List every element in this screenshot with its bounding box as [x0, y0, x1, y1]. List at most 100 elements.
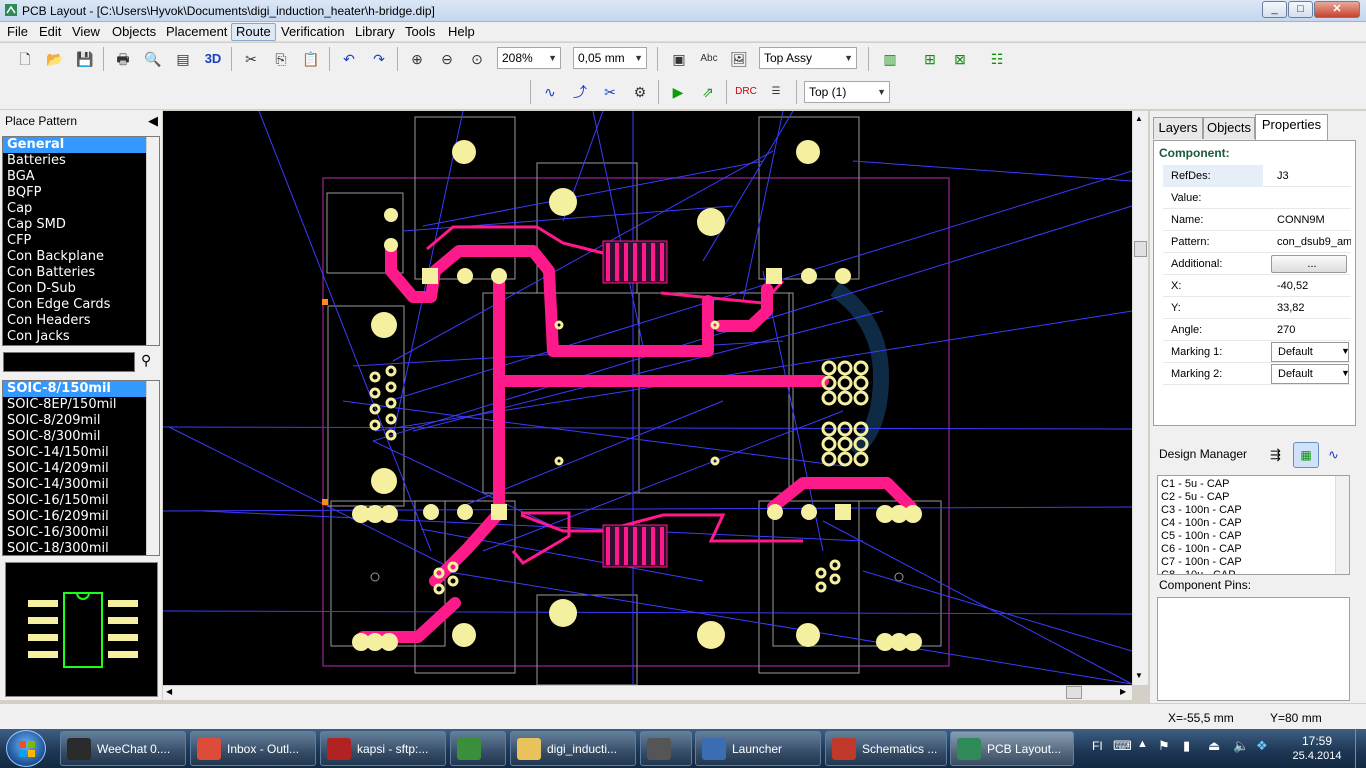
- menu-route[interactable]: Route: [231, 23, 276, 41]
- category-scrollbar[interactable]: [146, 137, 159, 345]
- menu-library[interactable]: Library: [351, 23, 399, 41]
- menu-view[interactable]: View: [68, 23, 104, 41]
- taskbar-app-button[interactable]: WeeChat 0....: [60, 731, 186, 766]
- menu-objects[interactable]: Objects: [108, 23, 160, 41]
- pattern-list[interactable]: SOIC-8/150mil SOIC-8EP/150mil SOIC-8/209mi…: [2, 380, 160, 556]
- copy-icon[interactable]: ⎘: [269, 47, 293, 71]
- collapse-icon[interactable]: ◀: [148, 113, 158, 129]
- board-icon[interactable]: ▥: [878, 47, 902, 71]
- dm-scrollbar[interactable]: [1335, 476, 1349, 574]
- network-icon[interactable]: ▮: [1183, 738, 1190, 754]
- pattern-search-input[interactable]: [3, 352, 135, 372]
- play-icon[interactable]: ▶: [666, 80, 690, 104]
- pattern-item[interactable]: SOIC-8/150mil: [3, 381, 159, 397]
- properties-icon[interactable]: ☷: [985, 47, 1009, 71]
- pattern-item[interactable]: SOIC-18/300mil: [3, 541, 159, 555]
- binoculars-icon[interactable]: ⚲: [141, 352, 151, 369]
- design-manager-item[interactable]: C4 - 100n - CAP: [1158, 517, 1349, 530]
- print-icon[interactable]: 🖶: [111, 47, 135, 71]
- pattern-scrollbar[interactable]: [146, 381, 159, 555]
- design-manager-item[interactable]: C2 - 5u - CAP: [1158, 491, 1349, 504]
- paste-icon[interactable]: 📋: [299, 47, 323, 71]
- scroll-left-icon[interactable]: ◀: [166, 687, 172, 696]
- property-value[interactable]: Default: [1271, 342, 1349, 362]
- route-layer-select[interactable]: Top (1) ▼: [804, 81, 890, 103]
- new-icon[interactable]: 🗋: [13, 47, 37, 71]
- tab-layers[interactable]: Layers: [1153, 117, 1203, 139]
- grid-select[interactable]: 0,05 mm ▼: [573, 47, 647, 69]
- category-item[interactable]: CFP: [3, 233, 159, 249]
- zoom-out-icon[interactable]: ⊖: [435, 47, 459, 71]
- text-tool-button[interactable]: Abc: [697, 47, 721, 71]
- component-icon[interactable]: ▣: [667, 47, 691, 71]
- components-view-icon[interactable]: ▦: [1293, 442, 1319, 468]
- drc-icon[interactable]: DRC: [734, 80, 758, 104]
- print-preview-icon[interactable]: 🔍: [141, 47, 165, 71]
- menu-tools[interactable]: Tools: [401, 23, 439, 41]
- scroll-thumb[interactable]: [1066, 686, 1082, 699]
- menu-placement[interactable]: Placement: [162, 23, 231, 41]
- pattern-item[interactable]: SOIC-8/209mil: [3, 413, 159, 429]
- taskbar-app-button[interactable]: Launcher: [695, 731, 821, 766]
- route-bus-icon[interactable]: ⤴: [568, 80, 592, 104]
- pcb-layout-drawing[interactable]: [163, 111, 1132, 685]
- drc-report-icon[interactable]: ☰: [764, 80, 788, 104]
- property-value[interactable]: 33,82: [1271, 297, 1351, 319]
- category-item[interactable]: Con Jacks: [3, 329, 159, 345]
- minimize-button[interactable]: _: [1262, 1, 1287, 18]
- category-item[interactable]: General: [3, 137, 159, 153]
- category-item[interactable]: Con Batteries: [3, 265, 159, 281]
- route-wire-icon[interactable]: ∿: [538, 80, 562, 104]
- taskbar-app-button[interactable]: [640, 731, 692, 766]
- pcb-canvas[interactable]: [163, 111, 1132, 685]
- design-manager-item[interactable]: C5 - 100n - CAP: [1158, 530, 1349, 543]
- image-icon[interactable]: 🖼: [727, 47, 751, 71]
- open-icon[interactable]: 📂: [43, 47, 67, 71]
- taskbar-app-button[interactable]: [450, 731, 506, 766]
- clock-time[interactable]: 17:59: [1287, 734, 1347, 748]
- category-item[interactable]: Batteries: [3, 153, 159, 169]
- layer-view-select[interactable]: Top Assy ▼: [759, 47, 857, 69]
- tray-arrow-icon[interactable]: ▲: [1137, 738, 1148, 750]
- taskbar-app-button[interactable]: kapsi - sftp:...: [320, 731, 446, 766]
- design-manager-item[interactable]: C3 - 100n - CAP: [1158, 504, 1349, 517]
- category-item[interactable]: Con Edge Cards: [3, 297, 159, 313]
- category-item[interactable]: Cap SMD: [3, 217, 159, 233]
- category-item[interactable]: Con Headers: [3, 313, 159, 329]
- pattern-icon[interactable]: ⊠: [948, 47, 972, 71]
- category-item[interactable]: BGA: [3, 169, 159, 185]
- start-button[interactable]: [6, 730, 46, 767]
- category-item[interactable]: BQFP: [3, 185, 159, 201]
- nets-view-icon[interactable]: ∿: [1328, 447, 1339, 463]
- taskbar-app-button[interactable]: Inbox - Outl...: [190, 731, 316, 766]
- save-icon[interactable]: 💾: [73, 47, 97, 71]
- property-value[interactable]: [1271, 187, 1351, 209]
- netlist-view-icon[interactable]: ⇶: [1270, 447, 1281, 463]
- tab-objects[interactable]: Objects: [1203, 117, 1255, 139]
- language-indicator[interactable]: FI: [1092, 739, 1103, 753]
- design-manager-item[interactable]: C7 - 100n - CAP: [1158, 556, 1349, 569]
- canvas-vertical-scrollbar[interactable]: ▲ ▼: [1132, 111, 1148, 685]
- category-item[interactable]: Con Backplane: [3, 249, 159, 265]
- scroll-thumb[interactable]: [1134, 241, 1147, 257]
- property-value[interactable]: ...: [1271, 255, 1347, 273]
- keyboard-icon[interactable]: ⌨: [1113, 738, 1132, 754]
- zoom-select[interactable]: 208% ▼: [497, 47, 561, 69]
- property-value[interactable]: J3: [1271, 165, 1351, 187]
- pattern-item[interactable]: SOIC-8EP/150mil: [3, 397, 159, 413]
- maximize-button[interactable]: □: [1288, 1, 1313, 18]
- design-manager-item[interactable]: C8 - 10u - CAP: [1158, 569, 1349, 574]
- pattern-item[interactable]: SOIC-8/300mil: [3, 429, 159, 445]
- cut-icon[interactable]: ✂: [239, 47, 263, 71]
- pattern-item[interactable]: SOIC-16/300mil: [3, 525, 159, 541]
- taskbar-app-button[interactable]: digi_inducti...: [510, 731, 636, 766]
- category-item[interactable]: Con D-Sub: [3, 281, 159, 297]
- usb-icon[interactable]: ⏏: [1208, 738, 1220, 754]
- pattern-item[interactable]: SOIC-14/150mil: [3, 445, 159, 461]
- undo-icon[interactable]: ↶: [337, 47, 361, 71]
- design-manager-item[interactable]: C6 - 100n - CAP: [1158, 543, 1349, 556]
- route-manager-icon[interactable]: ⚙: [628, 80, 652, 104]
- menu-help[interactable]: Help: [444, 23, 479, 41]
- pattern-item[interactable]: SOIC-14/209mil: [3, 461, 159, 477]
- property-value[interactable]: -40,52: [1271, 275, 1351, 297]
